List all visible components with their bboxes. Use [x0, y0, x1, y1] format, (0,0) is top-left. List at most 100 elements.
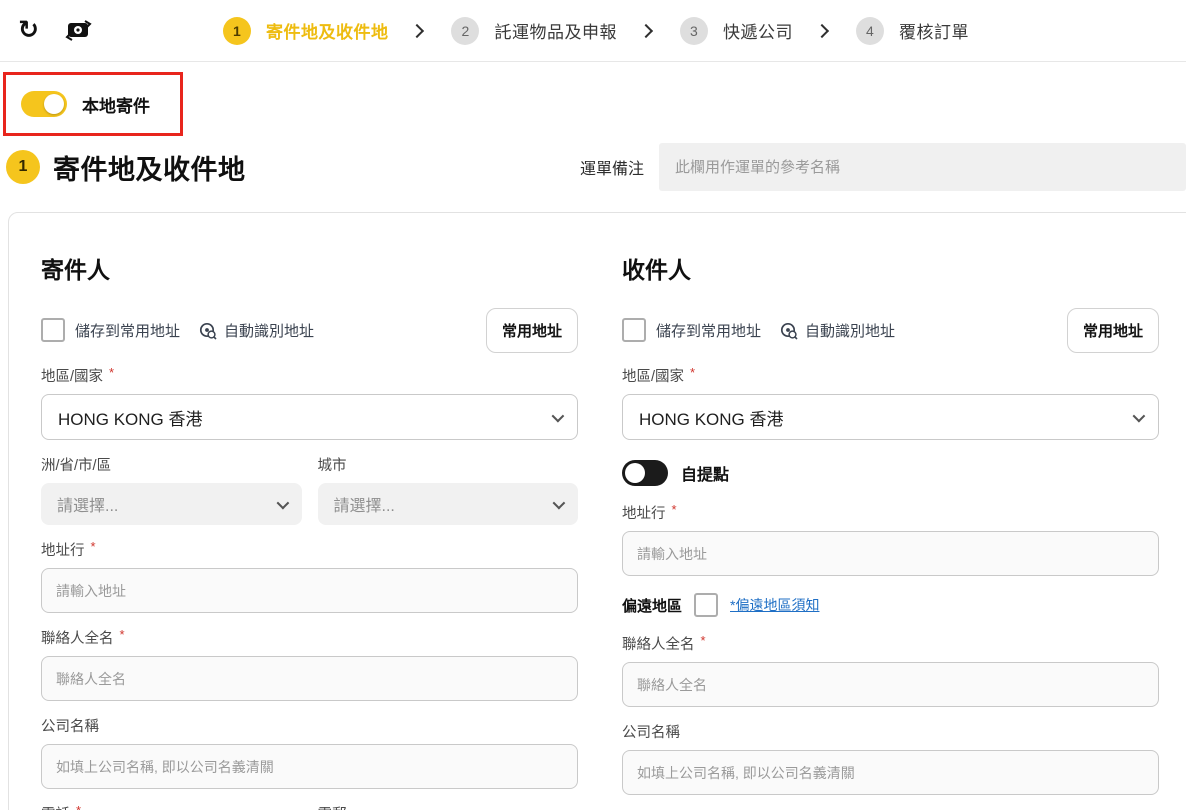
- recipient-auto-detect-address[interactable]: 自動識別地址: [779, 320, 895, 341]
- shipment-transfer-icon[interactable]: [65, 19, 93, 43]
- remote-area-notice-link[interactable]: *偏遠地區須知: [730, 595, 819, 615]
- sender-phone-field: 電話 * +852: [41, 803, 302, 810]
- required-asterisk: *: [109, 365, 115, 380]
- waybill-note-group: 運單備注: [580, 143, 1186, 191]
- recipient-address-options-row: 儲存到常用地址 自動識別地址 常用地址: [622, 307, 1159, 353]
- topbar-icons: ↻: [18, 18, 93, 43]
- address-detect-icon: [199, 322, 217, 340]
- sender-company-label: 公司名稱: [41, 715, 578, 736]
- field-label-text: 公司名稱: [622, 725, 680, 741]
- field-label-text: 地址行: [622, 506, 666, 522]
- required-asterisk: *: [119, 627, 125, 642]
- chevron-down-icon: [1132, 409, 1146, 422]
- step-1[interactable]: 1 寄件地及收件地: [222, 16, 389, 45]
- stepper: 1 寄件地及收件地 2 託運物品及申報 3 快遞公司 4 覆核訂單: [222, 16, 969, 45]
- recipient-region-value: HONG KONG 香港: [639, 409, 784, 429]
- sender-region-select[interactable]: HONG KONG 香港: [41, 394, 578, 440]
- waybill-note-label: 運單備注: [579, 161, 644, 178]
- recipient-auto-detect-label: 自動識別地址: [805, 322, 896, 340]
- field-label-text: 地區/國家: [41, 369, 104, 385]
- sender-save-to-frequent-checkbox[interactable]: [41, 318, 65, 342]
- recipient-save-to-frequent-checkbox[interactable]: [622, 318, 646, 342]
- chevron-right-icon: [814, 23, 830, 38]
- recipient-contact-input[interactable]: [622, 662, 1159, 707]
- recipient-title: 收件人: [622, 257, 691, 283]
- waybill-note-input[interactable]: [659, 143, 1186, 191]
- sender-address-field: 地址行 *: [41, 539, 578, 613]
- required-asterisk: *: [671, 502, 677, 517]
- local-shipping-highlight: 本地寄件: [3, 72, 183, 136]
- step-3[interactable]: 3 快遞公司: [679, 16, 793, 45]
- pickup-point-label: 自提點: [681, 467, 730, 484]
- sender-region-value: HONG KONG 香港: [58, 409, 203, 429]
- sender-state-select[interactable]: 請選擇...: [41, 483, 302, 525]
- sender-title: 寄件人: [41, 257, 110, 283]
- recipient-region-field: 地區/國家 * HONG KONG 香港: [622, 365, 1159, 440]
- step-1-label: 寄件地及收件地: [265, 23, 389, 42]
- field-label-text: 電話: [41, 803, 70, 810]
- recipient-contact-label: 聯絡人全名 *: [622, 633, 1159, 654]
- sender-state-field: 洲/省/市/區 請選擇...: [41, 454, 302, 525]
- field-label-text: 地區/國家: [622, 369, 685, 385]
- toggle-knob: [44, 94, 64, 114]
- sender-city-select[interactable]: 請選擇...: [317, 483, 578, 525]
- chevron-right-icon: [638, 23, 654, 38]
- sender-phone-email-row: 電話 * +852 電郵: [41, 803, 578, 810]
- recipient-region-label: 地區/國家 *: [622, 365, 1159, 386]
- chevron-down-icon: [551, 409, 565, 422]
- step-2[interactable]: 2 託運物品及申報: [451, 16, 617, 45]
- step-4[interactable]: 4 覆核訂單: [855, 16, 969, 45]
- local-shipping-toggle[interactable]: [21, 91, 67, 117]
- sender-auto-detect-address[interactable]: 自動識別地址: [198, 320, 314, 341]
- sender-contact-input[interactable]: [41, 656, 578, 701]
- sender-email-label: 電郵: [318, 803, 579, 810]
- step-3-number: 3: [679, 16, 708, 45]
- remote-area-row: 偏遠地區 *偏遠地區須知: [622, 591, 1159, 619]
- refresh-icon[interactable]: ↻: [18, 18, 39, 43]
- sender-city-label: 城市: [318, 454, 579, 475]
- recipient-save-to-frequent-label: 儲存到常用地址: [656, 322, 762, 340]
- chevron-down-icon: [552, 496, 566, 509]
- required-asterisk: *: [76, 803, 81, 810]
- sender-address-input[interactable]: [41, 568, 578, 613]
- remote-area-checkbox[interactable]: [694, 593, 719, 617]
- recipient-frequent-address-button[interactable]: 常用地址: [1066, 307, 1159, 353]
- page-title: 寄件地及收件地: [53, 154, 246, 185]
- sender-contact-label: 聯絡人全名 *: [41, 627, 578, 648]
- recipient-address-input[interactable]: [622, 531, 1159, 576]
- recipient-form: 收件人 儲存到常用地址 自動識別地址 常用地址 地區/國家 * HONG KON…: [622, 237, 1159, 810]
- sender-phone-label: 電話 *: [41, 803, 302, 810]
- sender-frequent-address-button[interactable]: 常用地址: [485, 307, 578, 353]
- sender-state-placeholder: 請選擇...: [57, 498, 119, 515]
- sender-city-placeholder: 請選擇...: [333, 498, 395, 515]
- chevron-right-icon: [410, 23, 425, 38]
- sender-region-label: 地區/國家 *: [41, 365, 578, 386]
- sender-contact-field: 聯絡人全名 *: [41, 627, 578, 701]
- field-label-text: 公司名稱: [41, 719, 99, 735]
- step-4-number: 4: [855, 16, 884, 45]
- recipient-company-input[interactable]: [622, 750, 1159, 795]
- recipient-region-select[interactable]: HONG KONG 香港: [622, 394, 1159, 440]
- top-bar: ↻ 1 寄件地及收件地 2 託運物品及申報 3 快遞公司 4 覆核訂單: [0, 0, 1186, 62]
- field-label-text: 地址行: [41, 543, 85, 559]
- remote-area-label: 偏遠地區: [622, 597, 683, 615]
- sender-state-label: 洲/省/市/區: [41, 454, 302, 475]
- step-4-label: 覆核訂單: [898, 23, 969, 42]
- sender-region-field: 地區/國家 * HONG KONG 香港: [41, 365, 578, 440]
- toggle-knob: [625, 463, 645, 483]
- sender-company-input[interactable]: [41, 744, 578, 789]
- required-asterisk: *: [90, 539, 96, 554]
- field-label-text: 城市: [317, 458, 347, 474]
- sender-company-field: 公司名稱: [41, 715, 578, 789]
- address-detect-icon: [780, 322, 798, 340]
- required-asterisk: *: [690, 365, 696, 380]
- field-label-text: 電郵: [318, 803, 347, 810]
- pickup-point-toggle[interactable]: [622, 460, 668, 486]
- recipient-address-label: 地址行 *: [622, 502, 1159, 523]
- recipient-company-label: 公司名稱: [622, 721, 1159, 742]
- section-title-row: 1 寄件地及收件地 運單備注: [0, 143, 1186, 191]
- local-shipping-label: 本地寄件: [82, 96, 150, 116]
- step-3-label: 快遞公司: [722, 23, 793, 42]
- recipient-company-field: 公司名稱: [622, 721, 1159, 795]
- sender-state-city-row: 洲/省/市/區 請選擇... 城市 請選擇...: [41, 454, 578, 525]
